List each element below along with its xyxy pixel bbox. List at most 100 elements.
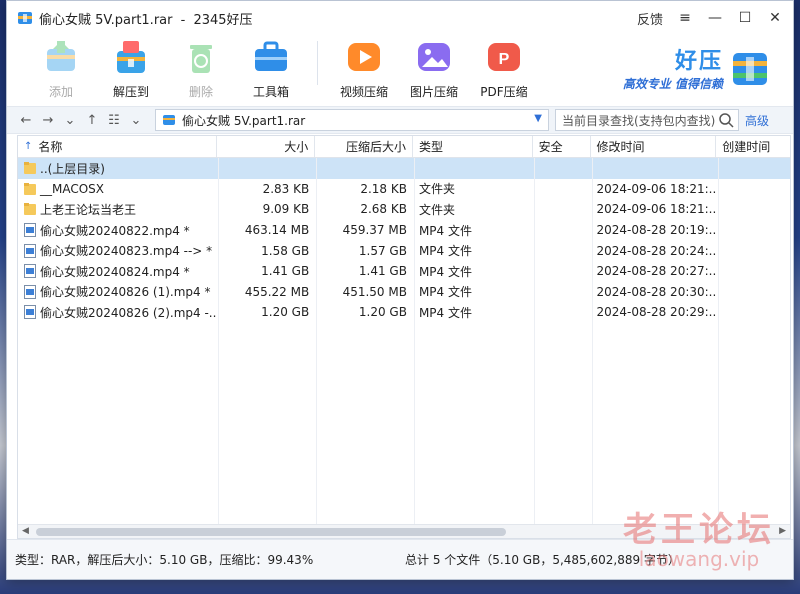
pdf-compress-button[interactable]: P PDF压缩 xyxy=(470,35,538,100)
app-name: 2345好压 xyxy=(193,12,253,28)
status-bar: 类型：RAR，解压后大小：5.10 GB，压缩比：99.43% 总计 5 个文件… xyxy=(7,539,793,579)
file-name: 偷心女贼20240826 (1).mp4 * xyxy=(40,285,211,300)
haozip-logo-icon xyxy=(733,52,767,85)
brand-title: 好压 xyxy=(674,49,723,74)
column-name[interactable]: ↑ 名称 xyxy=(18,136,218,157)
column-divider xyxy=(718,158,719,524)
path-text: 偷心女贼 5V.part1.rar xyxy=(182,113,306,128)
feedback-button[interactable]: 反馈 xyxy=(637,9,663,28)
file-row[interactable]: 偷心女贼20240826 (2).mp4 -... 1.20 GB 1.20 GB M… xyxy=(18,302,790,323)
file-row[interactable]: 偷心女贼20240824.mp4 * 1.41 GB 1.41 GB MP4 文件 20… xyxy=(18,261,790,282)
path-field[interactable]: 偷心女贼 5V.part1.rar ▼ xyxy=(155,109,549,131)
menu-icon[interactable]: ≡ xyxy=(673,7,697,29)
cell-size: 1.58 GB xyxy=(261,243,310,258)
cell-modified: 2024-08-28 20:19:... xyxy=(596,223,717,238)
cell-type: MP4 文件 xyxy=(418,223,472,238)
view-mode-icon[interactable]: ☷ xyxy=(103,109,125,131)
cell-size: 455.22 MB xyxy=(244,284,310,299)
cell-packed: 2.68 KB xyxy=(360,202,407,217)
toolbox-label: 工具箱 xyxy=(252,85,289,99)
advanced-search-link[interactable]: 高级 xyxy=(745,112,769,129)
forward-icon[interactable]: → xyxy=(37,109,59,131)
file-row[interactable]: ..(上层目录) xyxy=(18,158,790,179)
toolbox-icon xyxy=(251,37,291,77)
image-compress-icon xyxy=(414,37,454,77)
delete-button[interactable]: 删除 xyxy=(167,35,235,100)
file-row[interactable]: 上老王论坛当老王 9.09 KB 2.68 KB 文件夹 2024-09-06 18:2… xyxy=(18,199,790,220)
folder-icon xyxy=(24,162,36,175)
back-icon[interactable]: ← xyxy=(15,109,37,131)
file-row[interactable]: 偷心女贼20240823.mp4 --> * 1.58 GB 1.57 GB MP4 … xyxy=(18,240,790,261)
cell-packed: 1.20 GB xyxy=(358,305,407,320)
column-divider xyxy=(316,158,317,524)
video-file-icon xyxy=(24,305,36,320)
extract-icon xyxy=(111,37,151,77)
toolbar: 添加 解压到 删除 工具箱 视频压缩 图片压缩 P PDF压缩 好压 高效专业 … xyxy=(7,35,793,103)
column-divider xyxy=(592,158,593,524)
video-compress-button[interactable]: 视频压缩 xyxy=(330,35,398,100)
column-security[interactable]: 安全 xyxy=(533,136,591,157)
cell-packed: 2.18 KB xyxy=(360,181,407,196)
cell-name: ..(上层目录) xyxy=(18,160,217,177)
column-created[interactable]: 创建时间 xyxy=(716,136,790,157)
file-name: 上老王论坛当老王 xyxy=(40,202,137,217)
add-button[interactable]: 添加 xyxy=(27,35,95,100)
cell-type: MP4 文件 xyxy=(418,285,472,300)
history-dropdown-icon[interactable]: ⌄ xyxy=(59,109,81,131)
image-compress-button[interactable]: 图片压缩 xyxy=(400,35,468,100)
column-modified[interactable]: 修改时间 xyxy=(591,136,717,157)
scroll-right-icon[interactable]: ▶ xyxy=(779,526,786,536)
brand-slogan: 高效专业 值得信赖 xyxy=(622,77,723,91)
cell-modified: 2024-08-28 20:29:... xyxy=(596,305,717,320)
cell-name: 偷心女贼20240824.mp4 * xyxy=(18,263,217,280)
sort-arrow-icon: ↑ xyxy=(24,141,33,152)
cell-modified: 2024-09-06 18:21:... xyxy=(596,181,717,196)
path-dropdown-icon[interactable]: ▼ xyxy=(534,113,542,124)
close-icon[interactable]: ✕ xyxy=(763,7,787,29)
cell-packed: 1.57 GB xyxy=(358,243,407,258)
column-size[interactable]: 大小 xyxy=(217,136,316,157)
column-packed-size[interactable]: 压缩后大小 xyxy=(315,136,413,157)
column-divider xyxy=(414,158,415,524)
file-name: 偷心女贼20240822.mp4 * xyxy=(40,223,190,238)
video-file-icon xyxy=(24,223,36,238)
toolbox-button[interactable]: 工具箱 xyxy=(237,35,305,100)
cell-type: 文件夹 xyxy=(418,182,455,197)
cell-size: 1.20 GB xyxy=(261,305,310,320)
cell-size: 463.14 MB xyxy=(244,223,310,238)
cell-name: 偷心女贼20240822.mp4 * xyxy=(18,222,217,239)
scroll-left-icon[interactable]: ◀ xyxy=(22,526,29,536)
address-bar: ← → ⌄ ↑ ☷ ⌄ 偷心女贼 5V.part1.rar ▼ 当前目录查找(支… xyxy=(7,106,793,134)
search-icon[interactable] xyxy=(718,112,734,128)
cell-modified: 2024-09-06 18:21:... xyxy=(596,202,717,217)
maximize-icon[interactable]: ☐ xyxy=(733,7,757,29)
cell-modified: 2024-08-28 20:24:... xyxy=(596,243,717,258)
window-controls: 反馈 ≡ — ☐ ✕ xyxy=(637,7,787,29)
file-row[interactable]: 偷心女贼20240822.mp4 * 463.14 MB 459.37 MB MP4 … xyxy=(18,220,790,241)
view-dropdown-icon[interactable]: ⌄ xyxy=(125,109,147,131)
cell-modified: 2024-08-28 20:27:... xyxy=(596,264,717,279)
horizontal-scrollbar[interactable]: ◀ ▶ xyxy=(18,524,790,538)
scrollbar-thumb[interactable] xyxy=(36,528,506,536)
file-rows: ..(上层目录) __MACOSX 2.83 KB 2.18 KB 文件夹 2024-09… xyxy=(18,158,790,323)
cell-size: 9.09 KB xyxy=(262,202,310,217)
search-input[interactable]: 当前目录查找(支持包内查找) xyxy=(555,109,739,131)
cell-name: 上老王论坛当老王 xyxy=(18,201,217,218)
file-name: ..(上层目录) xyxy=(40,161,105,176)
search-placeholder: 当前目录查找(支持包内查找) xyxy=(562,113,716,128)
column-type[interactable]: 类型 xyxy=(413,136,533,157)
video-file-icon xyxy=(24,284,36,299)
svg-text:P: P xyxy=(499,51,510,68)
app-icon xyxy=(18,12,32,24)
file-row[interactable]: __MACOSX 2.83 KB 2.18 KB 文件夹 2024-09-06 18:2… xyxy=(18,179,790,200)
file-row[interactable]: 偷心女贼20240826 (1).mp4 * 455.22 MB 451.50 MB… xyxy=(18,282,790,303)
minimize-icon[interactable]: — xyxy=(703,7,727,29)
folder-icon xyxy=(24,203,36,216)
brand-logo: 好压 高效专业 值得信赖 xyxy=(623,43,771,92)
pdf-compress-icon: P xyxy=(484,37,524,77)
folder-icon xyxy=(24,182,36,195)
extract-to-button[interactable]: 解压到 xyxy=(97,35,165,100)
column-name-label: 名称 xyxy=(38,140,63,154)
up-level-icon[interactable]: ↑ xyxy=(81,109,103,131)
cell-name: 偷心女贼20240823.mp4 --> * xyxy=(18,242,217,259)
